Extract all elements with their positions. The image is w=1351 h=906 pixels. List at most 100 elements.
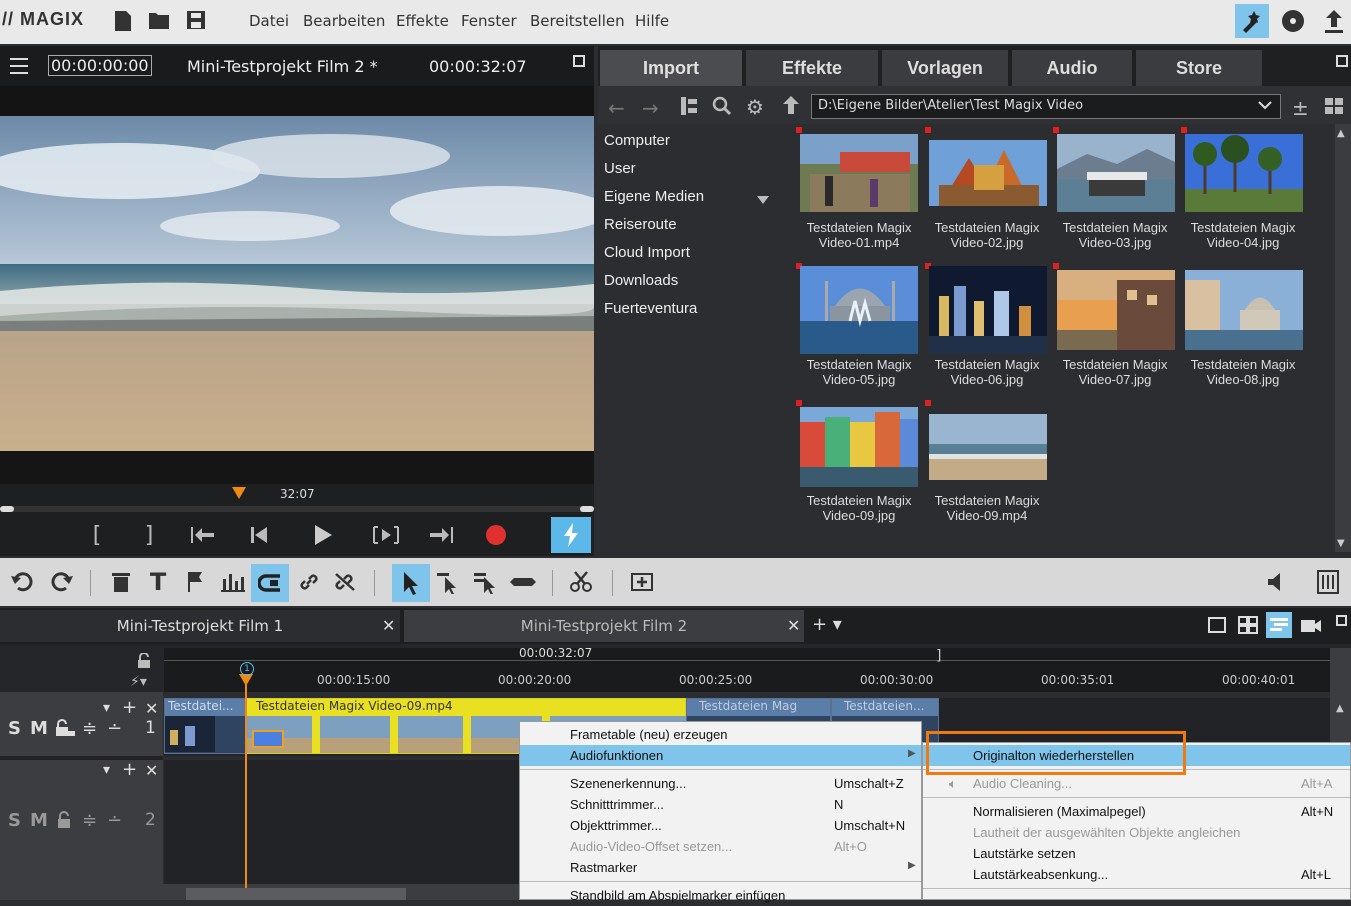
close-tab-icon[interactable]: ✕ <box>787 616 800 635</box>
menu-item-schnitttrimmer[interactable]: Schnitttrimmer... N <box>520 794 921 815</box>
delete-track-icon[interactable]: ✕ <box>145 699 158 718</box>
delete-trash-icon[interactable] <box>106 566 136 598</box>
menu-bearbeiten[interactable]: Bearbeiten <box>303 12 385 30</box>
new-file-icon[interactable] <box>114 10 136 34</box>
pointer-group-icon[interactable] <box>433 566 463 598</box>
mute-button[interactable]: M <box>30 810 48 831</box>
tab-store[interactable]: Store <box>1136 50 1262 86</box>
add-track-icon[interactable]: + <box>122 697 137 718</box>
open-folder-icon[interactable] <box>148 10 170 34</box>
pointer-multi-icon[interactable] <box>470 566 500 598</box>
tab-vorlagen[interactable]: Vorlagen <box>882 50 1008 86</box>
marker-flag-icon[interactable] <box>180 566 210 598</box>
maximize-preview-icon[interactable] <box>573 55 585 67</box>
tab-project-2[interactable]: Mini-Testprojekt Film 2 <box>404 610 804 642</box>
transition-icon[interactable] <box>252 730 284 748</box>
pointer-select-icon[interactable] <box>392 564 430 602</box>
timeline-view-icon[interactable] <box>1266 612 1292 638</box>
upload-icon[interactable] <box>1317 4 1351 38</box>
grid-view-icon[interactable] <box>1324 97 1344 119</box>
submenu-item-normalisieren[interactable]: Normalisieren (Maximalpegel) Alt+N <box>923 801 1350 822</box>
disc-icon[interactable] <box>1276 4 1310 38</box>
link-icon[interactable] <box>294 566 324 598</box>
gear-icon[interactable]: ⚙ <box>746 95 764 119</box>
unlink-icon[interactable] <box>330 566 360 598</box>
thumbnail-video-06[interactable] <box>929 266 1047 354</box>
thumbnail-video-08[interactable] <box>1185 270 1303 350</box>
submenu-item-lautstaerkeabsenkung[interactable]: Lautstärkeabsenkung... Alt+L <box>923 864 1350 885</box>
playhead-marker[interactable] <box>239 674 253 690</box>
menu-item-szenenerkennung[interactable]: Szenenerkennung... Umschalt+Z <box>520 773 921 794</box>
tab-project-1[interactable]: Mini-Testprojekt Film 1 <box>0 610 400 642</box>
maximize-media-icon[interactable] <box>1336 55 1348 67</box>
solo-button[interactable]: S <box>8 810 21 831</box>
thumbnail-video-09-mp4[interactable] <box>929 414 1047 480</box>
back-arrow-icon[interactable]: ← <box>608 96 625 120</box>
close-tab-icon[interactable]: ✕ <box>382 616 395 635</box>
track-menu-icon[interactable]: ▾ <box>103 700 110 716</box>
range-end-bracket[interactable]: ] <box>936 648 941 664</box>
multicam-view-icon[interactable] <box>1300 616 1322 638</box>
tab-import[interactable]: Import <box>600 50 742 86</box>
folder-downloads[interactable]: Downloads <box>604 272 678 289</box>
menu-item-objekttrimmer[interactable]: Objekttrimmer... Umschalt+N <box>520 815 921 836</box>
preview-scroll-handle-left[interactable] <box>0 506 14 512</box>
preview-scroll-handle-right[interactable] <box>580 506 594 512</box>
save-icon[interactable] <box>186 10 208 34</box>
track-lock-icon[interactable] <box>55 719 75 741</box>
tab-effekte[interactable]: Effekte <box>746 50 878 86</box>
mute-button[interactable]: M <box>30 718 48 739</box>
menu-hilfe[interactable]: Hilfe <box>635 12 669 30</box>
record-button[interactable] <box>481 520 511 550</box>
path-dropdown[interactable]: D:\Eigene Bilder\Atelier\Test Magix Vide… <box>811 94 1281 119</box>
scissors-cut-icon[interactable] <box>567 566 597 598</box>
play-range-icon[interactable] <box>371 520 401 550</box>
menu-item-frametable[interactable]: Frametable (neu) erzeugen <box>520 724 921 745</box>
skip-back-icon[interactable] <box>244 520 274 550</box>
lightning-render-icon[interactable] <box>551 517 591 553</box>
menu-item-rastmarker[interactable]: Rastmarker ▶ <box>520 857 921 878</box>
hscroll-thumb[interactable] <box>186 888 406 900</box>
thumbnail-video-07[interactable] <box>1057 270 1175 350</box>
maximize-timeline-icon[interactable] <box>1336 615 1347 626</box>
undo-icon[interactable] <box>8 566 38 598</box>
track-height-icon[interactable]: ≑ <box>82 718 97 739</box>
folder-eigene-medien[interactable]: Eigene Medien <box>604 188 704 205</box>
timecode-display[interactable]: 00:00:00:00 <box>48 55 152 76</box>
menu-bereitstellen[interactable]: Bereitstellen <box>530 12 625 30</box>
magnet-snap-icon[interactable] <box>251 564 289 602</box>
mark-out-icon[interactable]: ] <box>134 520 164 550</box>
effects-wand-icon[interactable] <box>1235 4 1269 38</box>
scroll-up-icon[interactable]: ▲ <box>1337 128 1345 139</box>
search-icon[interactable] <box>712 96 732 120</box>
chevron-down-icon[interactable] <box>1258 98 1272 114</box>
thumbnail-video-04[interactable] <box>1185 134 1303 212</box>
track-collapse-icon[interactable]: ∸ <box>107 718 122 739</box>
mark-in-icon[interactable]: [ <box>82 520 112 550</box>
folder-tree-icon[interactable] <box>680 96 698 120</box>
go-to-out-icon[interactable] <box>426 520 456 550</box>
solo-button[interactable]: S <box>8 718 21 739</box>
expand-triangle-icon[interactable] <box>757 192 769 208</box>
track-height-icon[interactable]: ≑ <box>82 810 97 831</box>
thumbnail-video-02[interactable] <box>929 140 1047 206</box>
scroll-up-icon[interactable]: ▲ <box>1336 703 1344 714</box>
lightning-mode-icon[interactable]: ⚡▾ <box>130 674 147 690</box>
menu-fenster[interactable]: Fenster <box>461 12 517 30</box>
menu-effekte[interactable]: Effekte <box>396 12 449 30</box>
add-tab-icon[interactable]: + ▾ <box>812 614 842 635</box>
track-lock-icon[interactable] <box>57 811 71 833</box>
thumbnail-video-03[interactable] <box>1057 134 1175 212</box>
mixer-panel-icon[interactable] <box>1313 566 1343 598</box>
clip[interactable]: Testdatei... <box>164 698 246 754</box>
folder-reiseroute[interactable]: Reiseroute <box>604 216 677 233</box>
preview-playhead-marker[interactable] <box>232 487 246 503</box>
playhead-line[interactable] <box>245 676 247 888</box>
play-icon[interactable] <box>308 520 338 550</box>
title-text-icon[interactable]: T <box>143 566 173 598</box>
folder-user[interactable]: User <box>604 160 636 177</box>
media-scrollbar[interactable] <box>1335 124 1351 552</box>
lock-icon[interactable] <box>137 652 151 673</box>
preview-scrollbar[interactable] <box>0 506 594 512</box>
thumbnail-video-09-jpg[interactable] <box>800 407 918 487</box>
